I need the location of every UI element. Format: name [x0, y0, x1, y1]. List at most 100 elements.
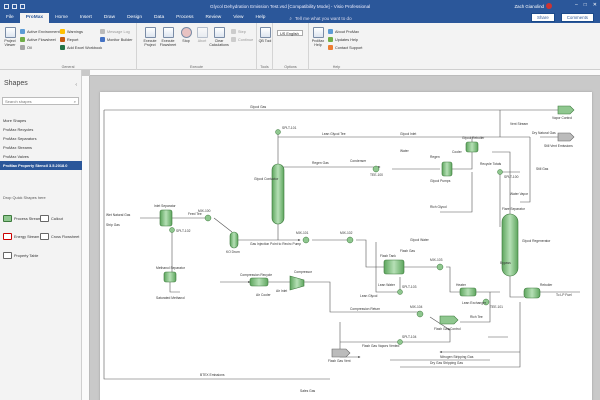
compression-recycle-shape[interactable]	[249, 277, 269, 287]
stencil-recycles[interactable]: ProMax Recycles	[0, 125, 82, 134]
tab-home[interactable]: Home	[49, 13, 74, 23]
units-dropdown[interactable]: US English	[277, 30, 303, 36]
tee-a-shape[interactable]	[372, 165, 380, 173]
drawing-page[interactable]: Glycol Gas Lean Glycol Tee Cooler Glycol…	[100, 92, 592, 400]
minimize-button[interactable]: –	[575, 2, 578, 8]
report-button[interactable]: Report	[60, 37, 78, 42]
tab-design[interactable]: Design	[121, 13, 148, 23]
add-excel-workbook-button[interactable]: Add Excel Workbook	[60, 45, 102, 50]
ribbon-group-tools: QB Tool Tools	[257, 23, 273, 70]
tab-help[interactable]: Help	[250, 13, 272, 23]
redo-icon[interactable]	[20, 3, 25, 9]
share-button[interactable]: Share	[531, 13, 555, 22]
mixer-b-shape[interactable]	[302, 236, 310, 244]
vent-shape[interactable]	[557, 132, 575, 142]
stencil-more-shapes[interactable]: More Shapes	[0, 116, 82, 125]
tab-view[interactable]: View	[227, 13, 249, 23]
stencil-property[interactable]: ProMax Property Stencil 3.5.2018.0	[0, 161, 82, 170]
mixer-e-shape[interactable]	[416, 310, 424, 318]
lean-exchanger-shape[interactable]	[459, 287, 477, 297]
label-lean-water: Lean Water	[378, 283, 396, 287]
flash-gas-vent-shape[interactable]	[331, 348, 351, 358]
search-icon[interactable]: ⌕	[74, 98, 76, 106]
label-water-vapor: Water Vapor	[510, 192, 529, 196]
tab-insert[interactable]: Insert	[74, 13, 98, 23]
splitter-b-shape[interactable]	[275, 129, 281, 135]
drawing-canvas[interactable]: Glycol Gas Lean Glycol Tee Cooler Glycol…	[82, 70, 600, 400]
stencil-list: More Shapes ProMax Recycles ProMax Separ…	[0, 116, 82, 170]
undo-icon[interactable]	[12, 3, 17, 9]
glycol-pump-shape[interactable]	[441, 161, 453, 177]
process-flow-diagram[interactable]: Glycol Gas Lean Glycol Tee Cooler Glycol…	[100, 92, 592, 400]
contact-support-button[interactable]: Contact Support	[328, 45, 362, 50]
tab-review[interactable]: Review	[199, 13, 227, 23]
flash-tank-shape[interactable]	[383, 259, 405, 275]
promax-help-button[interactable]: ProMax Help	[309, 27, 327, 47]
clear-calculations-button[interactable]: Clear Calculations	[209, 27, 229, 47]
compressor-shape[interactable]	[289, 275, 305, 291]
equipment[interactable]	[159, 105, 575, 358]
monitor-builder-button[interactable]: Monitor Builder	[100, 37, 133, 42]
about-promax-button[interactable]: About ProMax	[328, 29, 359, 34]
reboiler-shape[interactable]	[465, 141, 479, 153]
stencil-streams[interactable]: ProMax Streams	[0, 143, 82, 152]
label-flash-gas-vapors: Flash Gas Vapors Vented	[362, 344, 399, 348]
oil-button[interactable]: Oil	[20, 45, 32, 50]
tab-promax[interactable]: ProMax	[19, 13, 50, 23]
mixer-c-shape[interactable]	[346, 236, 354, 244]
label-mix-b: MIX-101	[296, 231, 309, 235]
user-name[interactable]: Zach Gianolind	[514, 4, 544, 9]
glycol-regenerator-shape[interactable]	[501, 213, 519, 277]
splitter-c-shape[interactable]	[169, 227, 175, 233]
abort-icon	[196, 27, 208, 38]
master-process-stream[interactable]: Process Stream	[3, 215, 41, 222]
ko-drum-shape[interactable]	[229, 231, 239, 249]
mixer-d-shape[interactable]	[436, 263, 444, 271]
methanol-separator-shape[interactable]	[163, 271, 177, 283]
execute-flowsheet-button[interactable]: Execute Flowsheet	[159, 27, 177, 47]
tab-process[interactable]: Process	[170, 13, 199, 23]
label-ko-drum: KO Drum	[226, 250, 240, 254]
monitor-icon	[100, 37, 105, 42]
qb-tool-button[interactable]: QB Tool	[257, 27, 273, 43]
label-stripping-gas: Nitrogen Stripping Gas	[440, 355, 474, 359]
message-log-button[interactable]: Message Log	[100, 29, 130, 34]
splitter-d-shape[interactable]	[397, 289, 403, 295]
tell-me-search[interactable]: Tell me what you want to do	[289, 16, 352, 23]
ribbon-group-help: ProMax Help About ProMax Updates Help Co…	[309, 23, 364, 70]
execute-project-button[interactable]: Execute Project	[141, 27, 159, 47]
master-callout[interactable]: Callout	[40, 215, 63, 222]
save-icon[interactable]	[4, 3, 9, 9]
label-comp-return: Compression Return	[350, 307, 380, 311]
tab-draw[interactable]: Draw	[98, 13, 121, 23]
master-energy-stream[interactable]: Energy Stream	[3, 233, 39, 240]
master-cross-flowsheet[interactable]: Cross Flowsheet	[40, 233, 79, 240]
active-environment-button[interactable]: Active Environment	[20, 29, 60, 34]
warnings-button[interactable]: Warnings	[60, 29, 83, 34]
tab-file[interactable]: File	[0, 13, 20, 23]
active-flowsheet-button[interactable]: Active Flowsheet	[20, 37, 56, 42]
label-vent: Still Vent Emissions	[544, 144, 573, 148]
label-vapor-control: Vapor Control	[552, 116, 572, 120]
mixer-a-shape[interactable]	[204, 214, 212, 222]
collapse-panel-icon[interactable]: ‹	[75, 82, 77, 88]
stencil-valves[interactable]: ProMax Valves	[0, 152, 82, 161]
tab-data[interactable]: Data	[148, 13, 170, 23]
reboiler-outlet-shape[interactable]	[523, 287, 541, 299]
stencil-separators[interactable]: ProMax Separators	[0, 134, 82, 143]
master-property-table[interactable]: Property Table	[3, 252, 38, 259]
vapor-control-shape[interactable]	[557, 105, 575, 115]
search-shapes-input[interactable]: Search shapes ⌕	[2, 97, 79, 105]
flash-gas-control-shape[interactable]	[439, 315, 459, 325]
close-button[interactable]: ✕	[593, 2, 597, 8]
updates-help-button[interactable]: Updates Help	[328, 37, 358, 42]
maximize-button[interactable]: □	[584, 2, 587, 8]
splitter-a-shape[interactable]	[497, 169, 503, 175]
glycol-contactor-shape[interactable]	[271, 163, 285, 225]
project-viewer-button[interactable]: Project Viewer	[1, 27, 19, 47]
step-button[interactable]: Step	[231, 29, 246, 34]
inlet-separator-shape[interactable]	[159, 209, 173, 227]
continue-button[interactable]: Continue	[231, 37, 253, 42]
avatar[interactable]	[546, 3, 552, 9]
comments-button[interactable]: Comments	[560, 13, 594, 22]
